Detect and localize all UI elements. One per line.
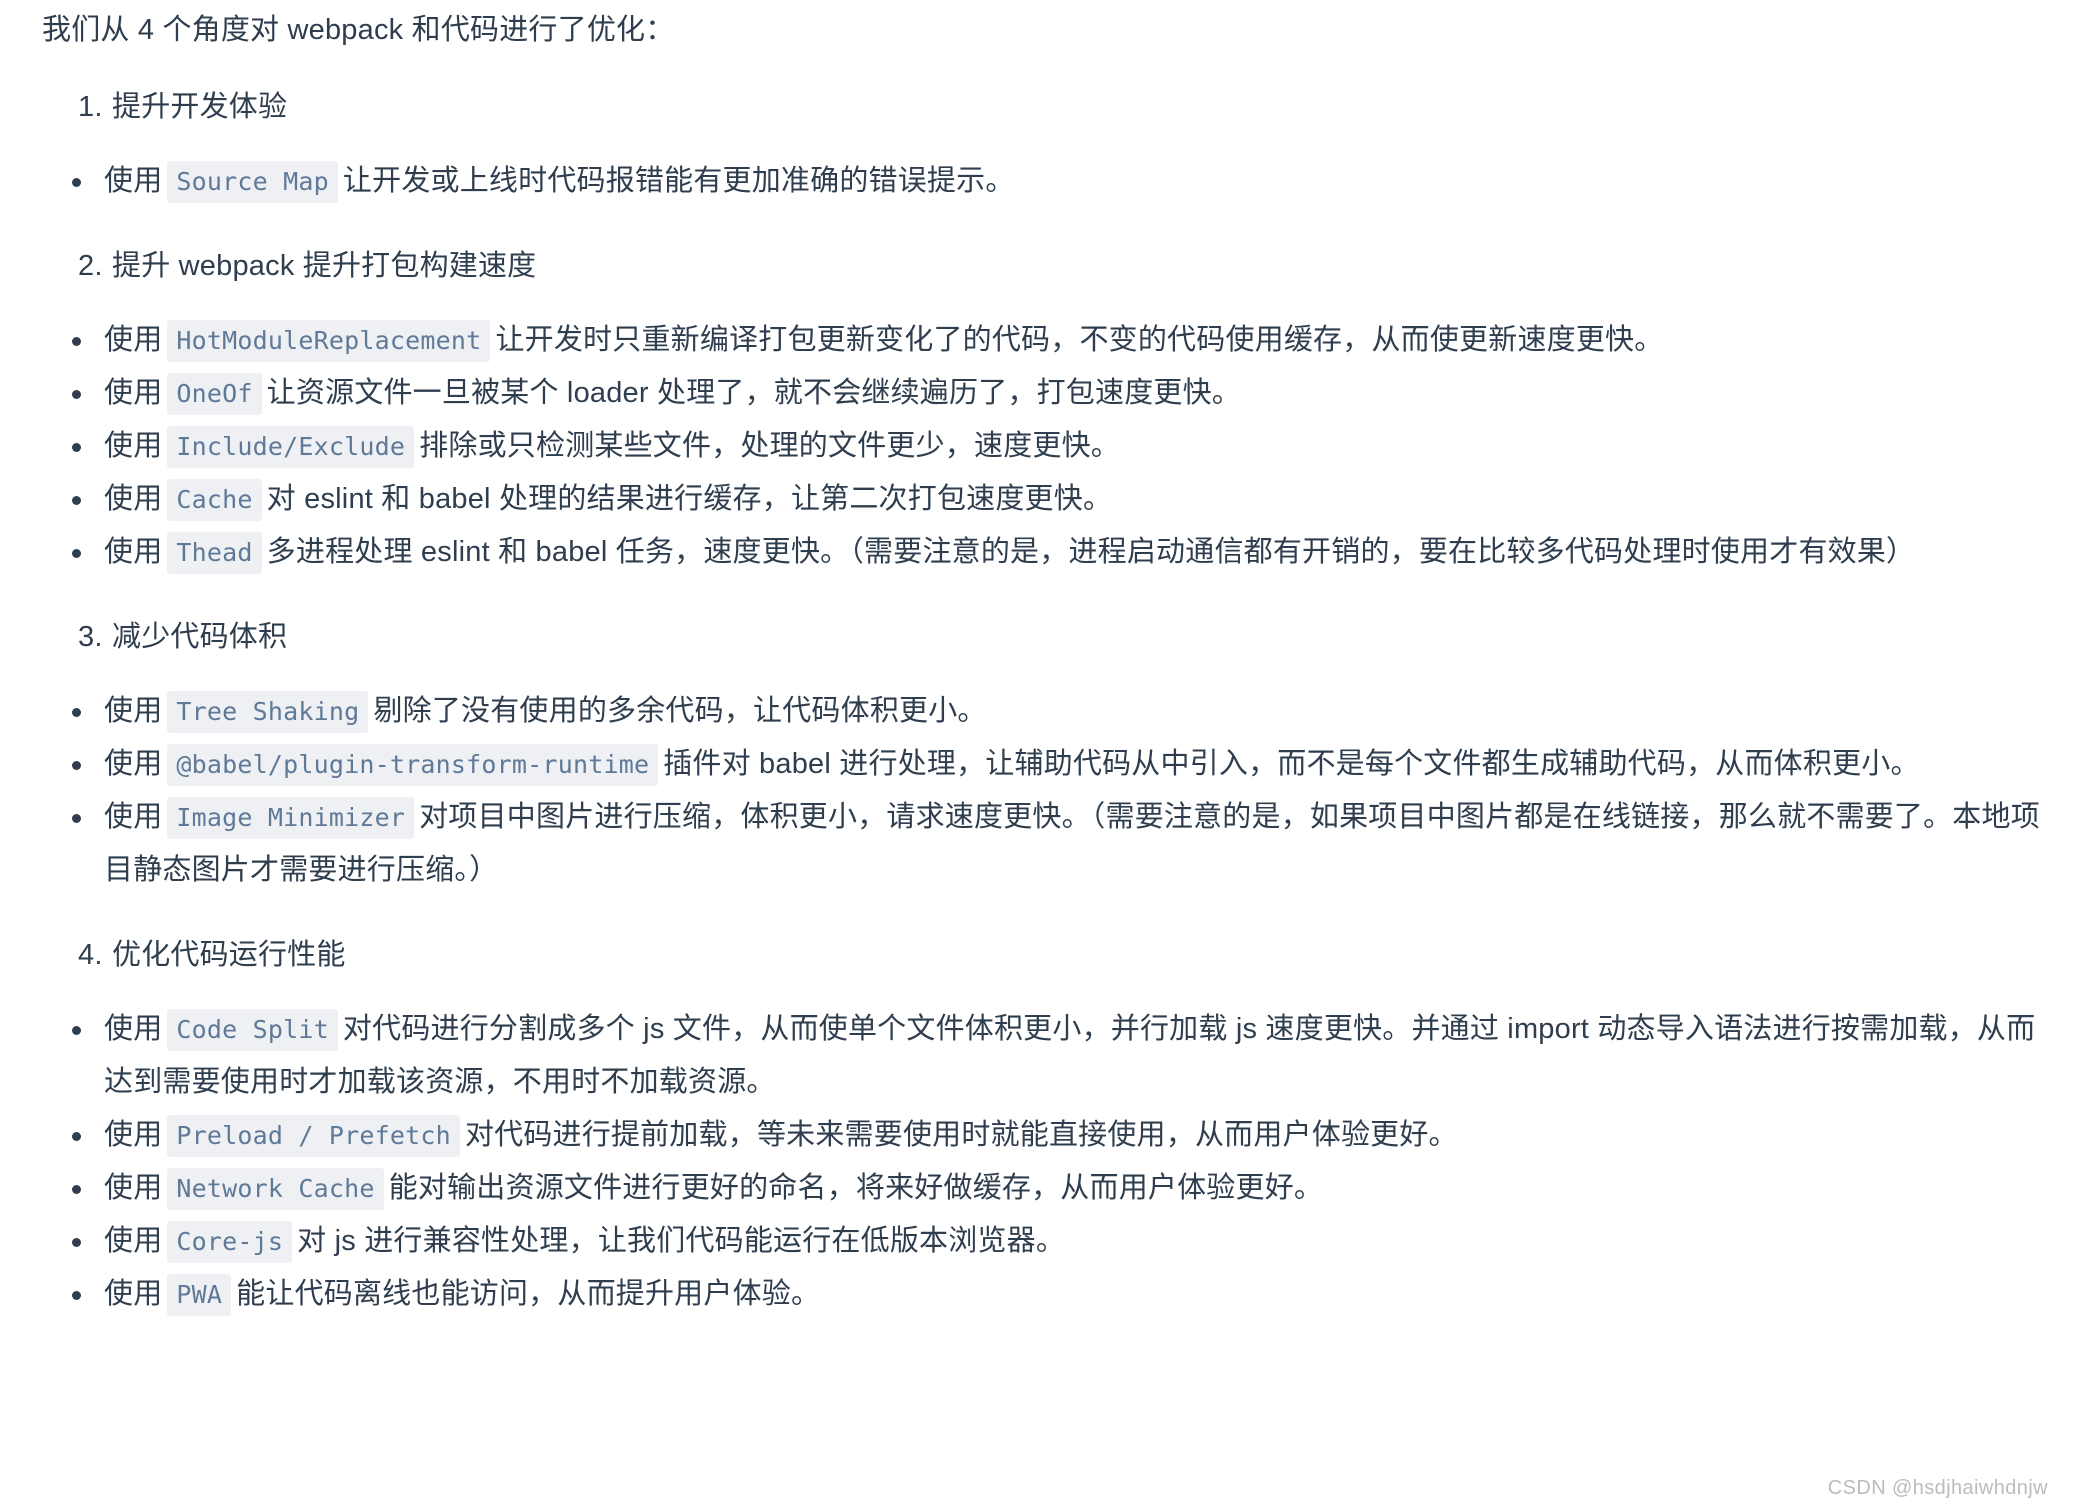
list-item-prefix: 使用 [104, 377, 163, 409]
list-item-prefix: 使用 [104, 801, 163, 833]
section-number: 1. [78, 91, 103, 123]
list-item: 使用 OneOf 让资源文件一旦被某个 loader 处理了，就不会继续遍历了，打包… [42, 367, 2052, 420]
section-heading: 4. 优化代码运行性能 [42, 931, 2052, 973]
list-item-description: 插件对 babel 进行处理，让辅助代码从中引入，而不是每个文件都生成辅助代码，… [663, 748, 1920, 780]
list-item-description: 让开发时只重新编译打包更新变化了的代码，不变的代码使用缓存，从而使更新速度更快。 [495, 324, 1664, 356]
list-item-prefix: 使用 [104, 536, 163, 568]
list-item: 使用 Source Map 让开发或上线时代码报错能有更加准确的错误提示。 [42, 155, 2052, 208]
list-item-description: 剔除了没有使用的多余代码，让代码体积更小。 [373, 695, 987, 727]
inline-code-token: Thead [167, 532, 262, 574]
list-item: 使用 Core-js 对 js 进行兼容性处理，让我们代码能运行在低版本浏览器。 [42, 1215, 2052, 1268]
inline-code-token: Code Split [167, 1009, 338, 1051]
list-item: 使用 PWA 能让代码离线也能访问，从而提升用户体验。 [42, 1268, 2052, 1321]
inline-code-token: PWA [167, 1274, 232, 1316]
intro-paragraph: 我们从 4 个角度对 webpack 和代码进行了优化： [42, 14, 675, 46]
inline-code-token: OneOf [167, 373, 262, 415]
list-item: 使用 Include/Exclude 排除或只检测某些文件，处理的文件更少，速度更快… [42, 420, 2052, 473]
list-item-description: 能对输出资源文件进行更好的命名，将来好做缓存，从而用户体验更好。 [388, 1172, 1324, 1204]
inline-code-token: Image Minimizer [167, 797, 415, 839]
list-item-prefix: 使用 [104, 1225, 163, 1257]
list-item-description: 多进程处理 eslint 和 babel 任务，速度更快。（需要注意的是，进程启… [266, 536, 1916, 568]
list-item: 使用 Network Cache 能对输出资源文件进行更好的命名，将来好做缓存，从而… [42, 1162, 2052, 1215]
bullet-list: 使用 Source Map 让开发或上线时代码报错能有更加准确的错误提示。 [42, 155, 2052, 208]
inline-code-token: @babel/plugin-transform-runtime [167, 744, 659, 786]
list-item: 使用 Code Split 对代码进行分割成多个 js 文件，从而使单个文件体积更小… [42, 1003, 2052, 1109]
section-number: 4. [78, 939, 103, 971]
section-title: 提升开发体验 [112, 91, 288, 123]
list-item-description: 对代码进行提前加载，等未来需要使用时就能直接使用，从而用户体验更好。 [464, 1119, 1458, 1151]
section-number: 2. [78, 250, 103, 282]
section-heading: 1. 提升开发体验 [42, 83, 2052, 125]
bullet-list: 使用 HotModuleReplacement 让开发时只重新编译打包更新变化了的代… [42, 314, 2052, 579]
document-page: 我们从 4 个角度对 webpack 和代码进行了优化： 1. 提升开发体验 使用 S… [0, 0, 2094, 1512]
list-item-prefix: 使用 [104, 1013, 163, 1045]
list-item-prefix: 使用 [104, 1119, 163, 1151]
list-item: 使用 Thead 多进程处理 eslint 和 babel 任务，速度更快。（需要注… [42, 526, 2052, 579]
list-item: 使用 Preload / Prefetch 对代码进行提前加载，等未来需要使用时就能… [42, 1109, 2052, 1162]
list-item-description: 对代码进行分割成多个 js 文件，从而使单个文件体积更小，并行加载 js 速度更… [104, 1013, 2036, 1098]
list-item-description: 能让代码离线也能访问，从而提升用户体验。 [236, 1278, 821, 1310]
list-item-description: 对 js 进行兼容性处理，让我们代码能运行在低版本浏览器。 [297, 1225, 1066, 1257]
list-item: 使用 Image Minimizer 对项目中图片进行压缩，体积更小，请求速度更快。… [42, 791, 2052, 897]
inline-code-token: Network Cache [167, 1168, 384, 1210]
bullet-list: 使用 Tree Shaking 剔除了没有使用的多余代码，让代码体积更小。 使用 @ba… [42, 685, 2052, 897]
list-item-description: 对 eslint 和 babel 处理的结果进行缓存，让第二次打包速度更快。 [266, 483, 1113, 515]
inline-code-token: Tree Shaking [167, 691, 369, 733]
list-item-prefix: 使用 [104, 483, 163, 515]
list-item-prefix: 使用 [104, 695, 163, 727]
section-title: 提升 webpack 提升打包构建速度 [112, 250, 537, 282]
csdn-watermark: CSDN @hsdjhaiwhdnjw [1827, 1477, 2048, 1499]
list-item: 使用 @babel/plugin-transform-runtime 插件对 bab… [42, 738, 2052, 791]
sections-container: 1. 提升开发体验 使用 Source Map 让开发或上线时代码报错能有更加准确的错误… [42, 83, 2052, 1321]
inline-code-token: Core-js [167, 1221, 293, 1263]
list-item-prefix: 使用 [104, 324, 163, 356]
list-item-description: 让资源文件一旦被某个 loader 处理了，就不会继续遍历了，打包速度更快。 [266, 377, 1242, 409]
list-item-prefix: 使用 [104, 430, 163, 462]
section-number: 3. [78, 621, 103, 653]
inline-code-token: Preload / Prefetch [167, 1115, 460, 1157]
list-item-prefix: 使用 [104, 748, 163, 780]
list-item-description: 让开发或上线时代码报错能有更加准确的错误提示。 [342, 165, 1015, 197]
list-item-prefix: 使用 [104, 1172, 163, 1204]
section-heading: 2. 提升 webpack 提升打包构建速度 [42, 242, 2052, 284]
inline-code-token: Cache [167, 479, 262, 521]
section-title: 优化代码运行性能 [112, 939, 346, 971]
inline-code-token: Source Map [167, 161, 338, 203]
list-item-prefix: 使用 [104, 1278, 163, 1310]
bullet-list: 使用 Code Split 对代码进行分割成多个 js 文件，从而使单个文件体积更小… [42, 1003, 2052, 1321]
section-title: 减少代码体积 [112, 621, 288, 653]
inline-code-token: Include/Exclude [167, 426, 415, 468]
list-item-description: 排除或只检测某些文件，处理的文件更少，速度更快。 [419, 430, 1120, 462]
section-heading: 3. 减少代码体积 [42, 613, 2052, 655]
list-item: 使用 Tree Shaking 剔除了没有使用的多余代码，让代码体积更小。 [42, 685, 2052, 738]
list-item-prefix: 使用 [104, 165, 163, 197]
list-item: 使用 Cache 对 eslint 和 babel 处理的结果进行缓存，让第二次打包… [42, 473, 2052, 526]
list-item: 使用 HotModuleReplacement 让开发时只重新编译打包更新变化了的代… [42, 314, 2052, 367]
inline-code-token: HotModuleReplacement [167, 320, 491, 362]
